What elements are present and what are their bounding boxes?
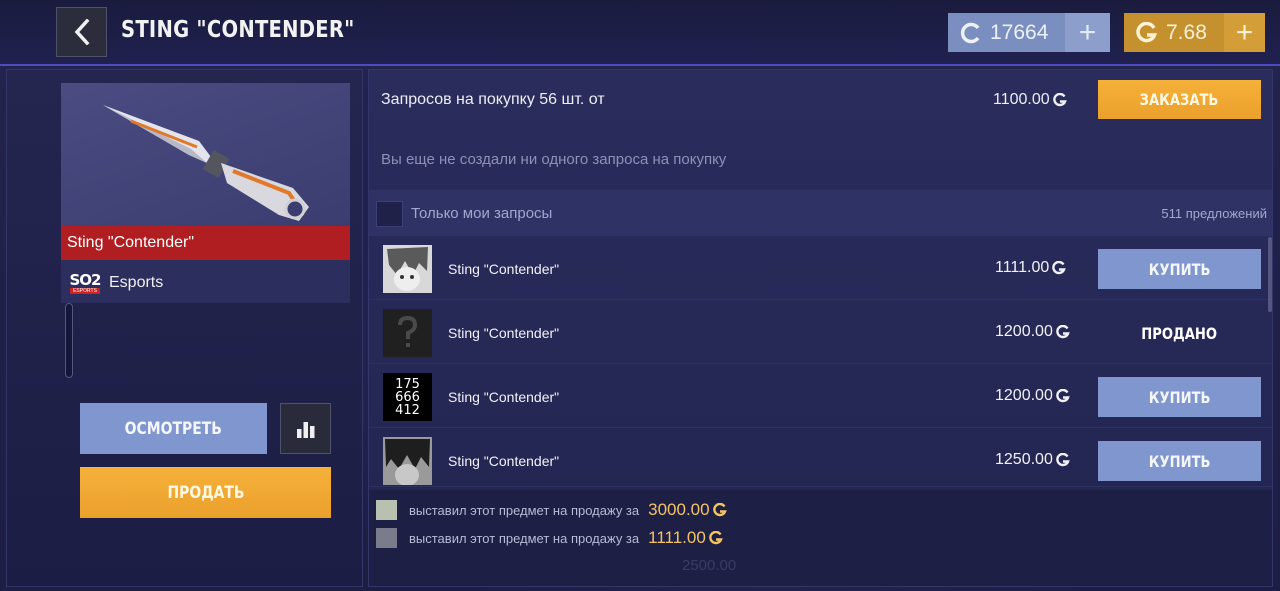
gold-coin-icon <box>1052 93 1067 107</box>
feed-avatar <box>376 500 397 520</box>
feed-item: выставил этот предмет на продажу за 3000… <box>376 499 727 521</box>
chevron-left-icon <box>74 19 89 45</box>
order-button[interactable]: ЗАКАЗАТЬ <box>1098 80 1261 119</box>
gold-balance: 7.68 <box>1166 20 1207 44</box>
buy-button[interactable]: КУПИТЬ <box>1098 441 1261 481</box>
feed-amount: 1111.00 <box>648 528 723 548</box>
listing-name: Sting "Contender" <box>448 325 560 341</box>
sell-button[interactable]: ПРОДАТЬ <box>80 467 331 518</box>
gold-coin-icon <box>1136 21 1158 42</box>
listing-price: 1250.00 <box>995 451 1070 469</box>
listing-name: Sting "Contender" <box>448 389 560 405</box>
no-requests-message: Вы еще не создали ни одного запроса на п… <box>381 151 727 168</box>
item-image <box>61 83 350 226</box>
feed-avatar <box>376 528 397 548</box>
buy-button[interactable]: КУПИТЬ <box>1098 249 1261 289</box>
my-requests-checkbox[interactable] <box>376 201 403 227</box>
gold-coin-icon <box>1056 453 1070 467</box>
seller-avatar <box>383 437 432 485</box>
listing-row: Sting "Contender" 1111.00 КУПИТЬ <box>369 237 1272 300</box>
gold-currency: 7.68 + <box>1124 13 1265 52</box>
feed-text: выставил этот предмет на продажу за <box>409 502 640 518</box>
bar-chart-icon <box>296 421 314 438</box>
buy-requests-min-price: 1100.00 <box>993 91 1067 109</box>
item-collection: SO2 ESPORTS Esports <box>61 265 350 301</box>
gold-coin-icon <box>1052 261 1067 275</box>
seller-avatar: 175 666 412 <box>383 373 432 421</box>
buy-requests-summary: Запросов на покупку 56 шт. от <box>381 91 605 108</box>
silver-coin-icon <box>960 22 980 43</box>
feed-amount: 3000.00 <box>648 500 727 520</box>
gold-coin-icon <box>712 503 727 517</box>
description-scrollbar[interactable] <box>65 303 73 378</box>
offers-count: 511 предложений <box>1161 206 1267 221</box>
listing-row: Sting "Contender" 1200.00 ПРОДАНО <box>369 301 1272 364</box>
stats-button[interactable] <box>280 403 331 454</box>
gold-coin-icon <box>1056 325 1070 339</box>
listing-name: Sting "Contender" <box>448 453 560 469</box>
listing-row: 175 666 412 Sting "Contender" 1200.00 КУ… <box>369 365 1272 428</box>
back-button[interactable] <box>56 7 107 57</box>
sold-label: ПРОДАНО <box>1141 323 1218 343</box>
page-title: STING "CONTENDER" <box>121 17 355 43</box>
gold-coin-icon <box>709 531 723 545</box>
seller-avatar <box>383 309 432 357</box>
listing-name: Sting "Contender" <box>448 261 560 277</box>
listing-price: 1200.00 <box>995 323 1070 341</box>
listings-scrollbar[interactable] <box>1268 237 1272 312</box>
knife-image <box>103 105 309 221</box>
add-silver-button[interactable]: + <box>1065 13 1110 52</box>
so2-esports-logo: SO2 ESPORTS <box>69 270 102 294</box>
silver-currency: 17664 + <box>948 13 1110 52</box>
feed-faded-amount: 2500.00 <box>682 557 737 574</box>
item-card: Sting "Contender" SO2 ESPORTS Esports <box>61 83 350 303</box>
feed-item: выставил этот предмет на продажу за 1111… <box>376 527 723 549</box>
listing-row: Sting "Contender" 1250.00 КУПИТЬ <box>369 429 1272 487</box>
inspect-button[interactable]: ОСМОТРЕТЬ <box>80 403 267 454</box>
add-gold-button[interactable]: + <box>1224 13 1265 52</box>
feed-text: выставил этот предмет на продажу за <box>409 530 640 546</box>
collection-label: Esports <box>109 274 164 291</box>
gold-coin-icon <box>1056 389 1070 403</box>
my-requests-label: Только мои запросы <box>411 205 553 222</box>
silver-balance: 17664 <box>990 20 1049 44</box>
listing-price: 1200.00 <box>995 387 1070 405</box>
listing-price: 1111.00 <box>995 259 1067 277</box>
seller-avatar <box>383 245 432 293</box>
item-name: Sting "Contender" <box>61 226 350 260</box>
question-mark-icon <box>398 315 418 347</box>
buy-button[interactable]: КУПИТЬ <box>1098 377 1261 417</box>
